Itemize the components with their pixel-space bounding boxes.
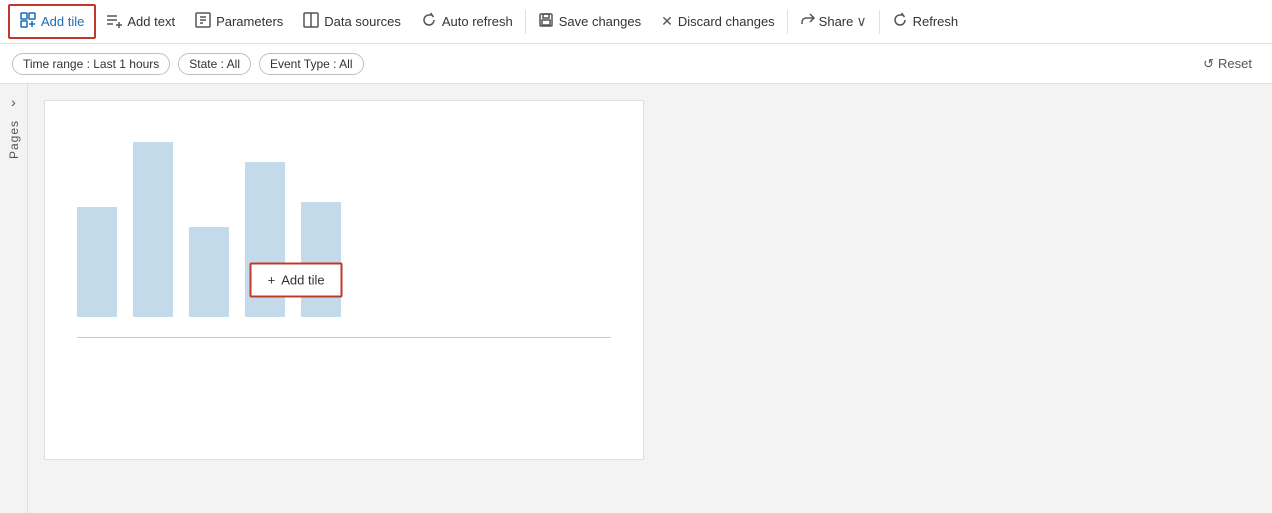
discard-changes-label: Discard changes xyxy=(678,14,775,29)
add-tile-icon xyxy=(20,12,36,31)
data-sources-icon xyxy=(303,12,319,31)
discard-changes-icon: ✕ xyxy=(661,13,673,30)
bar-1-1 xyxy=(77,207,117,317)
parameters-label: Parameters xyxy=(216,14,283,29)
toolbar: Add tile Add text Parameters xyxy=(0,0,1272,44)
divider-2 xyxy=(787,10,788,34)
dashboard-panel: + Add tile xyxy=(44,100,644,460)
chevron-down-icon: ∨ xyxy=(856,13,866,30)
share-icon xyxy=(800,12,816,31)
time-range-label: Time range : Last 1 hours xyxy=(23,57,159,71)
state-label: State : All xyxy=(189,57,240,71)
add-tile-center-icon: + xyxy=(268,273,276,288)
auto-refresh-button[interactable]: Auto refresh xyxy=(411,6,523,37)
add-text-icon xyxy=(106,12,122,31)
reset-button[interactable]: ↺ Reset xyxy=(1195,52,1260,76)
bar-group-3 xyxy=(189,227,229,317)
parameters-button[interactable]: Parameters xyxy=(185,6,293,37)
main-area: › Pages xyxy=(0,84,1272,513)
bar-group-5 xyxy=(301,202,341,317)
data-sources-label: Data sources xyxy=(324,14,401,29)
share-button[interactable]: Share ∨ xyxy=(790,6,877,37)
data-sources-button[interactable]: Data sources xyxy=(293,6,411,37)
add-tile-label: Add tile xyxy=(41,14,84,29)
pages-label: Pages xyxy=(7,120,21,159)
bar-group-2 xyxy=(133,142,173,317)
discard-changes-button[interactable]: ✕ Discard changes xyxy=(651,7,785,36)
state-filter[interactable]: State : All xyxy=(178,53,251,75)
save-changes-button[interactable]: Save changes xyxy=(528,6,651,37)
bar-group-1 xyxy=(77,207,117,317)
auto-refresh-label: Auto refresh xyxy=(442,14,513,29)
event-type-label: Event Type : All xyxy=(270,57,353,71)
save-changes-label: Save changes xyxy=(559,14,641,29)
chart-x-axis xyxy=(77,337,611,338)
bar-2-1 xyxy=(133,142,173,317)
bar-5-1 xyxy=(301,202,341,317)
divider-1 xyxy=(525,10,526,34)
add-tile-center-label: Add tile xyxy=(281,273,324,288)
reset-icon: ↺ xyxy=(1203,56,1214,72)
chart-area xyxy=(61,117,627,317)
share-label: Share xyxy=(819,14,854,29)
add-text-button[interactable]: Add text xyxy=(96,6,185,37)
divider-3 xyxy=(879,10,880,34)
add-tile-button[interactable]: Add tile xyxy=(8,4,96,39)
refresh-button[interactable]: Refresh xyxy=(882,6,969,37)
canvas-area: + Add tile xyxy=(28,84,1272,513)
save-changes-icon xyxy=(538,12,554,31)
refresh-icon xyxy=(892,12,908,31)
time-range-filter[interactable]: Time range : Last 1 hours xyxy=(12,53,170,75)
reset-label: Reset xyxy=(1218,56,1252,71)
auto-refresh-icon xyxy=(421,12,437,31)
refresh-label: Refresh xyxy=(913,14,959,29)
bar-3-1 xyxy=(189,227,229,317)
event-type-filter[interactable]: Event Type : All xyxy=(259,53,364,75)
side-panel: › Pages xyxy=(0,84,28,513)
filter-row: Time range : Last 1 hours State : All Ev… xyxy=(0,44,1272,84)
parameters-icon xyxy=(195,12,211,31)
side-arrow[interactable]: › xyxy=(9,92,18,112)
add-tile-center-button[interactable]: + Add tile xyxy=(250,263,343,298)
add-text-label: Add text xyxy=(127,14,175,29)
